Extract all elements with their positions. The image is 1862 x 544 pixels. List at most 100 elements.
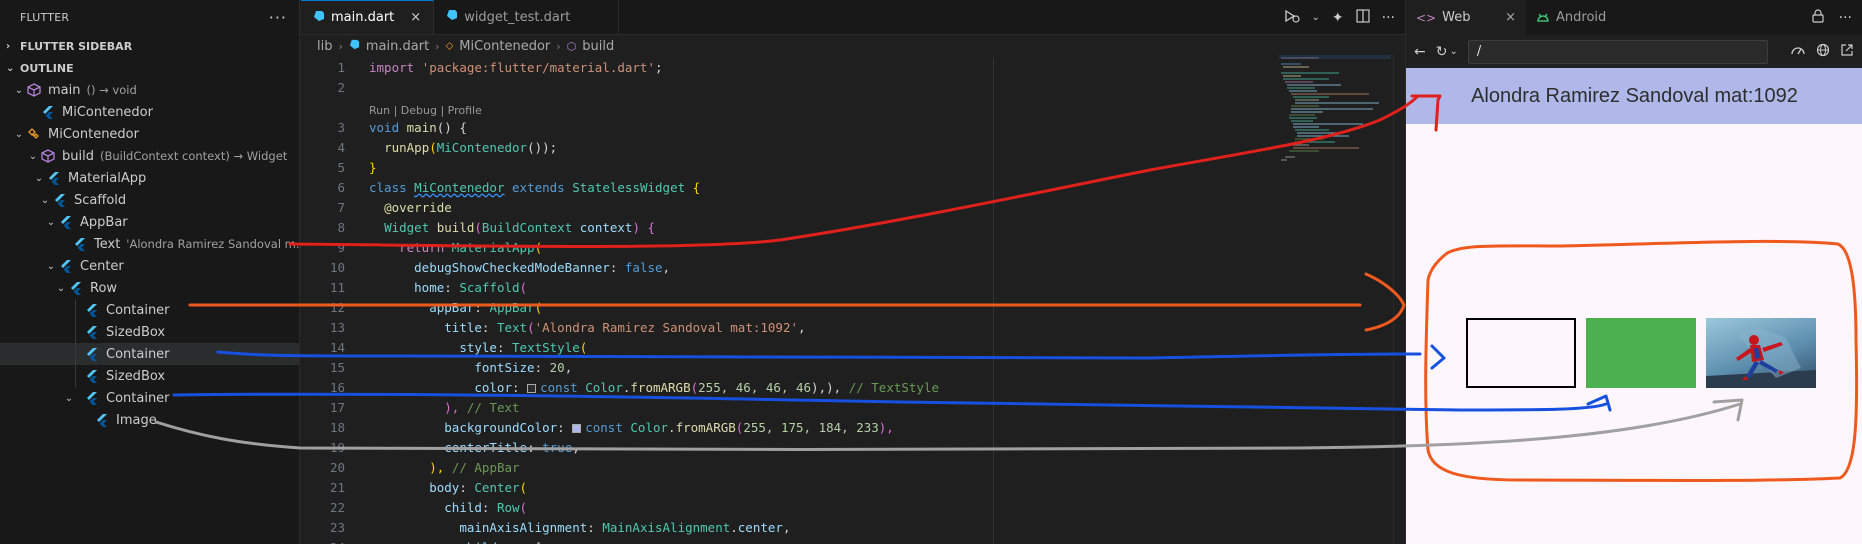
- token: TextStyle: [512, 339, 580, 355]
- tab-widget-test-dart[interactable]: widget_test.dart: [434, 0, 620, 34]
- outline-label: Row: [90, 280, 118, 296]
- outline-label: Scaffold: [74, 192, 127, 208]
- outline-item-container-2[interactable]: Container: [0, 343, 299, 365]
- line-number: 1: [337, 59, 345, 75]
- more-actions-icon[interactable]: ···: [269, 8, 287, 27]
- outline-label: SizedBox: [106, 368, 166, 384]
- outline-item-materialapp[interactable]: ⌄ MaterialApp: [0, 167, 299, 189]
- line-number: 10: [329, 259, 345, 275]
- outline-item-appbar[interactable]: ⌄ AppBar: [0, 211, 299, 233]
- code-line: 7 @override: [301, 197, 1405, 217]
- outline-item-sizedbox-1[interactable]: SizedBox: [0, 321, 299, 343]
- url-input[interactable]: /: [1467, 39, 1768, 64]
- outline-label: Image: [116, 412, 157, 428]
- line-number: 4: [337, 139, 345, 155]
- code-text: home: Scaffold(: [414, 279, 528, 295]
- split-editor-icon[interactable]: [1356, 8, 1370, 27]
- token: Color: [630, 419, 669, 435]
- reload-icon[interactable]: ↻: [1436, 44, 1448, 60]
- sparkle-icon[interactable]: ✦: [1332, 10, 1344, 26]
- chevron-down-icon: ⌄: [28, 150, 38, 162]
- code-text: return MaterialApp(: [369, 240, 542, 255]
- outline-item-scaffold[interactable]: ⌄ Scaffold: [0, 189, 299, 211]
- token: runApp: [384, 139, 430, 155]
- flutter-widget-icon: [94, 412, 110, 428]
- app-preview[interactable]: Alondra Ramirez Sandoval mat:1092: [1406, 68, 1862, 544]
- method-cube-icon: [40, 148, 56, 164]
- token: color: [474, 379, 512, 395]
- token: (: [519, 499, 528, 515]
- globe-icon[interactable]: [1816, 43, 1830, 61]
- token: ,: [782, 519, 791, 535]
- outline-item-micontenedor-call[interactable]: MiContenedor: [0, 101, 299, 123]
- token: 20: [549, 359, 565, 375]
- token: ());: [527, 139, 558, 155]
- section-flutter-sidebar[interactable]: › FLUTTER SIDEBAR: [0, 35, 299, 57]
- chevron-down-icon[interactable]: ⌄: [1312, 12, 1320, 23]
- device-preview-panel: <> Web × Android ··· ← ↻ ⌄ / Alondra Ram…: [1405, 0, 1862, 544]
- breadcrumb-item[interactable]: MiContenedor: [459, 39, 550, 54]
- sidebar-header: FLUTTER ···: [0, 0, 299, 35]
- outline-item-container-1[interactable]: Container: [0, 299, 299, 321]
- outline-label: build: [62, 148, 94, 164]
- token: 255, 46, 46, 46: [698, 379, 812, 395]
- chevron-right-icon: ›: [435, 39, 440, 53]
- outline-item-sizedbox-2[interactable]: SizedBox: [0, 365, 299, 387]
- tab-web[interactable]: <> Web ×: [1406, 0, 1526, 35]
- tab-label: widget_test.dart: [464, 9, 571, 25]
- breadcrumb-item[interactable]: lib: [317, 39, 332, 54]
- token: ,: [662, 259, 671, 275]
- outline-item-main[interactable]: ⌄ main () → void: [0, 79, 299, 101]
- dart-file-icon: [313, 10, 325, 26]
- line-number: 7: [337, 199, 345, 215]
- color-swatch[interactable]: [572, 423, 582, 433]
- more-actions-icon[interactable]: ···: [1839, 10, 1852, 26]
- code-text: class MiContenedor extends StatelessWidg…: [369, 180, 700, 195]
- widget-row: [1466, 318, 1816, 388]
- breadcrumb-item[interactable]: build: [582, 39, 614, 54]
- outline-tree: ⌄ main () → void MiContenedor ⌄ MiConten…: [0, 79, 307, 431]
- token: ;: [654, 59, 663, 75]
- outline-item-text[interactable]: Text 'Alondra Ramirez Sandoval m...: [0, 233, 307, 255]
- editor-actions: ⌄ ✦ ···: [1284, 0, 1395, 35]
- code-text: children: [: [369, 540, 542, 544]
- flutter-widget-icon: [72, 236, 88, 252]
- outline-item-center[interactable]: ⌄ Center: [0, 255, 299, 277]
- flutter-widget-icon: [52, 192, 68, 208]
- close-icon[interactable]: ×: [410, 10, 421, 25]
- outline-item-container-3[interactable]: ⌄ Container: [0, 387, 299, 409]
- outline-item-row[interactable]: ⌄ Row: [0, 277, 299, 299]
- minimap[interactable]: [1279, 55, 1391, 175]
- chevron-down-icon[interactable]: ⌄: [1449, 46, 1457, 57]
- outline-item-image[interactable]: Image: [0, 409, 299, 431]
- tab-android[interactable]: Android: [1526, 0, 1646, 35]
- code-text: @override: [369, 200, 452, 215]
- outline-item-micontenedor-class[interactable]: ⌄ MiContenedor: [0, 123, 299, 145]
- code-area[interactable]: 1 import 'package:flutter/material.dart'…: [301, 57, 1405, 544]
- tab-main-dart[interactable]: main.dart ×: [301, 0, 435, 34]
- section-outline[interactable]: ⌄ OUTLINE: [0, 57, 299, 79]
- chevron-down-icon: ⌄: [14, 84, 24, 96]
- line-number: 3: [337, 119, 345, 135]
- lock-icon[interactable]: [1811, 8, 1825, 27]
- token: ),: [444, 399, 460, 415]
- flutter-widget-icon: [68, 280, 84, 296]
- token: true: [542, 439, 573, 455]
- open-external-icon[interactable]: [1840, 43, 1854, 61]
- outline-item-build[interactable]: ⌄ build (BuildContext context) → Widget: [0, 145, 299, 167]
- code-text: style: TextStyle(: [459, 339, 588, 355]
- token: center: [737, 519, 783, 535]
- performance-gauge-icon[interactable]: [1790, 44, 1806, 60]
- more-actions-icon[interactable]: ···: [1382, 10, 1395, 26]
- outline-label: SizedBox: [106, 324, 166, 340]
- breadcrumb-item[interactable]: main.dart: [366, 39, 429, 54]
- vertical-scrollbar[interactable]: [1393, 55, 1405, 544]
- back-arrow-icon[interactable]: ←: [1414, 44, 1426, 60]
- dart-file-icon: [349, 39, 360, 54]
- color-swatch[interactable]: [527, 383, 537, 393]
- codelens-run-debug-profile[interactable]: Run | Debug | Profile: [301, 97, 1405, 117]
- outline-label: main: [48, 82, 81, 98]
- close-icon[interactable]: ×: [1505, 10, 1516, 25]
- chevron-right-icon: ›: [556, 39, 561, 53]
- run-debug-icon[interactable]: [1284, 9, 1300, 27]
